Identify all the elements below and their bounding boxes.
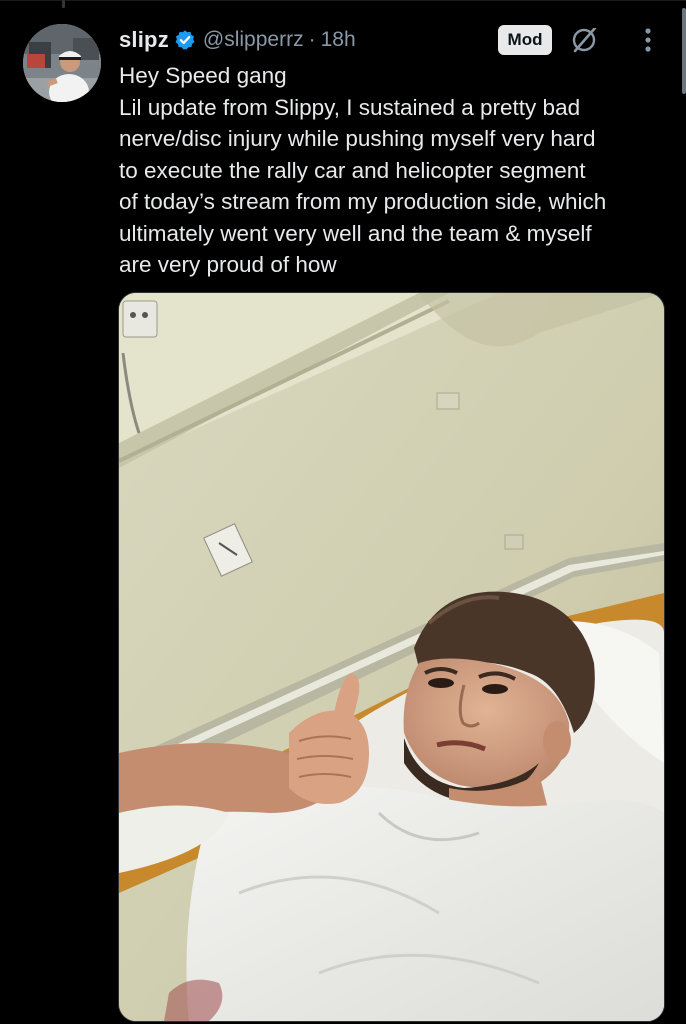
tweet-text-line: ultimately went very well and the team &… (119, 220, 592, 246)
tweet-text-line: of today’s stream from my production sid… (119, 189, 607, 214)
more-vertical-icon[interactable] (634, 24, 662, 56)
author-handle[interactable]: @slipperrz (203, 28, 304, 52)
separator-dot: · (308, 28, 316, 51)
tweet-text-line: Lil update from Slippy, I sustained a pr… (119, 94, 581, 120)
scrollbar[interactable] (682, 8, 686, 94)
tweet-text-line: Hey Speed gang (119, 63, 287, 88)
tweet-header: slipz @slipperrz · 18h (119, 22, 356, 58)
timestamp[interactable]: 18h (321, 28, 356, 52)
tweet-text-line: nerve/disc injury while pushing myself v… (119, 126, 596, 151)
verified-badge-icon (174, 29, 196, 51)
tweet-photo[interactable] (118, 292, 665, 1022)
tweet-text-line: to execute the rally car and helicopter … (119, 157, 586, 183)
mod-badge: Mod (498, 25, 552, 55)
tweet-text: Hey Speed gang Lil update from Slippy, I… (119, 60, 675, 281)
author-name[interactable]: slipz (119, 27, 169, 53)
top-divider (0, 0, 686, 1)
tweet-text-line: are very proud of how (119, 252, 337, 277)
grok-icon[interactable] (568, 22, 602, 56)
tweet-screen: slipz @slipperrz · 18h Mod Hey Speed gan… (0, 0, 686, 1024)
thread-line (62, 0, 65, 8)
avatar[interactable] (23, 24, 101, 102)
